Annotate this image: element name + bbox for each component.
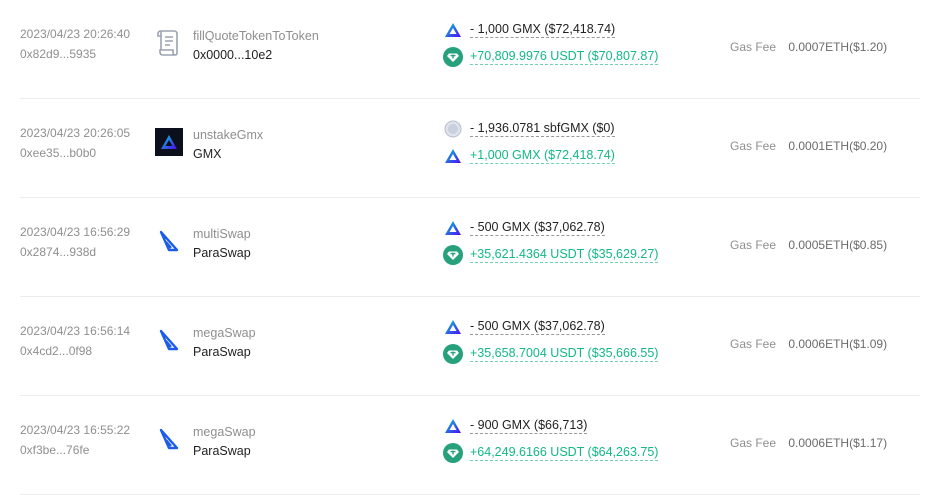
transfer-out: - 1,000 GMX ($72,418.74) [443, 20, 713, 40]
tx-target-link[interactable]: ParaSwap [193, 245, 251, 261]
gas-fee-label: Gas Fee [730, 40, 777, 54]
transfers-column: - 500 GMX ($37,062.78) +35,621.4364 USDT… [443, 218, 713, 272]
transaction-row: 2023/04/23 20:26:05 0xee35...b0b0 unstak… [20, 99, 920, 198]
time-column: 2023/04/23 20:26:40 0x82d9...5935 [20, 26, 150, 62]
gas-fee-label: Gas Fee [730, 238, 777, 252]
tx-target-link[interactable]: ParaSwap [193, 344, 256, 360]
tx-hash-link[interactable]: 0x4cd2...0f98 [20, 343, 150, 359]
tx-hash-link[interactable]: 0xee35...b0b0 [20, 145, 150, 161]
transfer-in: +35,621.4364 USDT ($35,629.27) [443, 245, 713, 265]
transfer-amount[interactable]: +35,621.4364 USDT ($35,629.27) [470, 247, 659, 263]
tx-hash-link[interactable]: 0xf3be...76fe [20, 442, 150, 458]
transfer-amount[interactable]: +35,658.7004 USDT ($35,666.55) [470, 346, 659, 362]
time-column: 2023/04/23 16:56:14 0x4cd2...0f98 [20, 323, 150, 359]
gas-fee: Gas Fee 0.0001ETH($0.20) [730, 139, 887, 153]
transfer-amount[interactable]: +70,809.9976 USDT ($70,807.87) [470, 49, 659, 65]
time-column: 2023/04/23 16:55:22 0xf3be...76fe [20, 422, 150, 458]
sbfgmx-icon [443, 119, 463, 139]
transaction-row: 2023/04/23 16:56:29 0x2874...938d multiS… [20, 198, 920, 297]
gas-fee-label: Gas Fee [730, 337, 777, 351]
transaction-row: 2023/04/23 20:26:40 0x82d9...5935 fillQu… [20, 0, 920, 99]
gas-fee-value: 0.0005ETH($0.85) [788, 238, 888, 252]
transfer-out: - 1,936.0781 sbfGMX ($0) [443, 119, 713, 139]
transfer-amount[interactable]: +1,000 GMX ($72,418.74) [470, 148, 615, 164]
method-column: megaSwap ParaSwap [193, 325, 256, 360]
transfers-column: - 500 GMX ($37,062.78) +35,658.7004 USDT… [443, 317, 713, 371]
usdt-icon [443, 245, 463, 265]
tx-time: 2023/04/23 16:56:14 [20, 324, 131, 338]
method-column: unstakeGmx GMX [193, 127, 263, 162]
tx-method: unstakeGmx [193, 128, 264, 142]
transfer-out: - 500 GMX ($37,062.78) [443, 317, 713, 337]
gas-fee: Gas Fee 0.0007ETH($1.20) [730, 40, 887, 54]
gmx-icon [443, 317, 463, 337]
transfer-out: - 500 GMX ($37,062.78) [443, 218, 713, 238]
tx-method: multiSwap [193, 227, 251, 241]
transaction-list: 2023/04/23 20:26:40 0x82d9...5935 fillQu… [0, 0, 949, 495]
gas-fee-value: 0.0001ETH($0.20) [788, 139, 888, 153]
paraswap-icon [155, 326, 183, 354]
gas-fee: Gas Fee 0.0006ETH($1.17) [730, 436, 887, 450]
transfer-in: +64,249.6166 USDT ($64,263.75) [443, 443, 713, 463]
gas-fee-value: 0.0006ETH($1.09) [788, 337, 888, 351]
usdt-icon [443, 47, 463, 67]
time-column: 2023/04/23 20:26:05 0xee35...b0b0 [20, 125, 150, 161]
method-column: multiSwap ParaSwap [193, 226, 251, 261]
usdt-icon [443, 443, 463, 463]
method-column: fillQuoteTokenToToken 0x0000...10e2 [193, 28, 319, 63]
transfer-in: +35,658.7004 USDT ($35,666.55) [443, 344, 713, 364]
transfers-column: - 1,000 GMX ($72,418.74) +70,809.9976 US… [443, 20, 713, 74]
tx-time: 2023/04/23 20:26:05 [20, 126, 131, 140]
gas-fee-value: 0.0007ETH($1.20) [788, 40, 888, 54]
tx-method: megaSwap [193, 326, 256, 340]
document-icon [155, 29, 183, 57]
tx-method: fillQuoteTokenToToken [193, 29, 319, 43]
gas-fee-label: Gas Fee [730, 436, 777, 450]
tx-time: 2023/04/23 16:55:22 [20, 423, 131, 437]
tx-target-link[interactable]: ParaSwap [193, 443, 256, 459]
gmx-icon [443, 146, 463, 166]
transfer-amount[interactable]: - 500 GMX ($37,062.78) [470, 220, 605, 236]
transfer-amount[interactable]: - 1,936.0781 sbfGMX ($0) [470, 121, 615, 137]
transaction-row: 2023/04/23 16:56:14 0x4cd2...0f98 megaSw… [20, 297, 920, 396]
transfers-column: - 1,936.0781 sbfGMX ($0) +1,000 GMX ($72… [443, 119, 713, 173]
transfer-in: +70,809.9976 USDT ($70,807.87) [443, 47, 713, 67]
tx-target-link[interactable]: 0x0000...10e2 [193, 47, 319, 63]
transfer-amount[interactable]: - 500 GMX ($37,062.78) [470, 319, 605, 335]
transfer-amount[interactable]: - 900 GMX ($66,713) [470, 418, 588, 434]
tx-hash-link[interactable]: 0x82d9...5935 [20, 46, 150, 62]
tx-target-link[interactable]: GMX [193, 146, 263, 162]
transfer-in: +1,000 GMX ($72,418.74) [443, 146, 713, 166]
transfer-out: - 900 GMX ($66,713) [443, 416, 713, 436]
gmx-icon [443, 20, 463, 40]
gas-fee-value: 0.0006ETH($1.17) [788, 436, 888, 450]
transfer-amount[interactable]: - 1,000 GMX ($72,418.74) [470, 22, 616, 38]
tx-method: megaSwap [193, 425, 256, 439]
tx-time: 2023/04/23 16:56:29 [20, 225, 131, 239]
tx-hash-link[interactable]: 0x2874...938d [20, 244, 150, 260]
paraswap-icon [155, 227, 183, 255]
gmx-icon [443, 218, 463, 238]
time-column: 2023/04/23 16:56:29 0x2874...938d [20, 224, 150, 260]
paraswap-icon [155, 425, 183, 453]
gmx-icon [443, 416, 463, 436]
tx-time: 2023/04/23 20:26:40 [20, 27, 131, 41]
method-column: megaSwap ParaSwap [193, 424, 256, 459]
transaction-row: 2023/04/23 16:55:22 0xf3be...76fe megaSw… [20, 396, 920, 495]
usdt-icon [443, 344, 463, 364]
transfers-column: - 900 GMX ($66,713) +64,249.6166 USDT ($… [443, 416, 713, 470]
gas-fee: Gas Fee 0.0006ETH($1.09) [730, 337, 887, 351]
transfer-amount[interactable]: +64,249.6166 USDT ($64,263.75) [470, 445, 659, 461]
gas-fee-label: Gas Fee [730, 139, 777, 153]
gas-fee: Gas Fee 0.0005ETH($0.85) [730, 238, 887, 252]
gmx-logo-icon [155, 128, 183, 156]
